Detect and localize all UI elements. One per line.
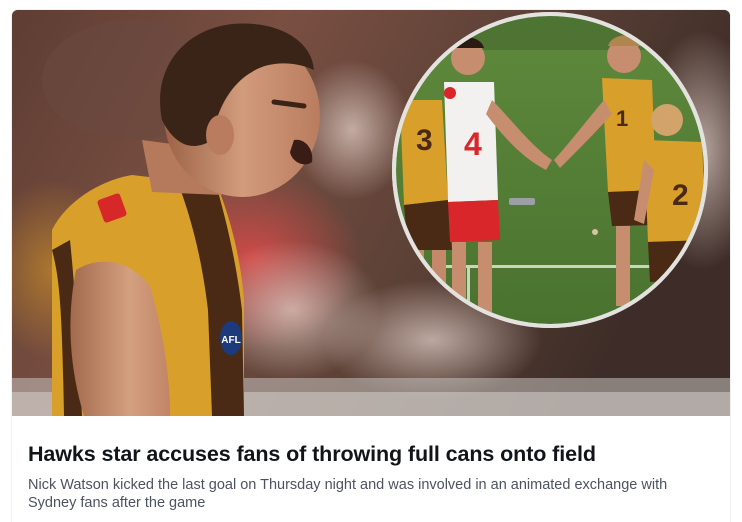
news-card[interactable]: AFL 3 4 1 2 Hawks star accuses fans of t… bbox=[12, 10, 730, 522]
inset-number-1: 1 bbox=[616, 106, 628, 131]
inset-number-2: 2 bbox=[672, 179, 689, 212]
article-text-block: Hawks star accuses fans of throwing full… bbox=[12, 416, 730, 522]
inset-number-4: 4 bbox=[464, 126, 482, 162]
inset-number-3: 3 bbox=[416, 124, 433, 157]
article-summary: Nick Watson kicked the last goal on Thur… bbox=[28, 477, 668, 511]
afl-badge-text: AFL bbox=[221, 335, 240, 346]
article-hero-image[interactable]: AFL 3 4 1 2 bbox=[12, 10, 730, 416]
article-headline[interactable]: Hawks star accuses fans of throwing full… bbox=[28, 442, 596, 467]
